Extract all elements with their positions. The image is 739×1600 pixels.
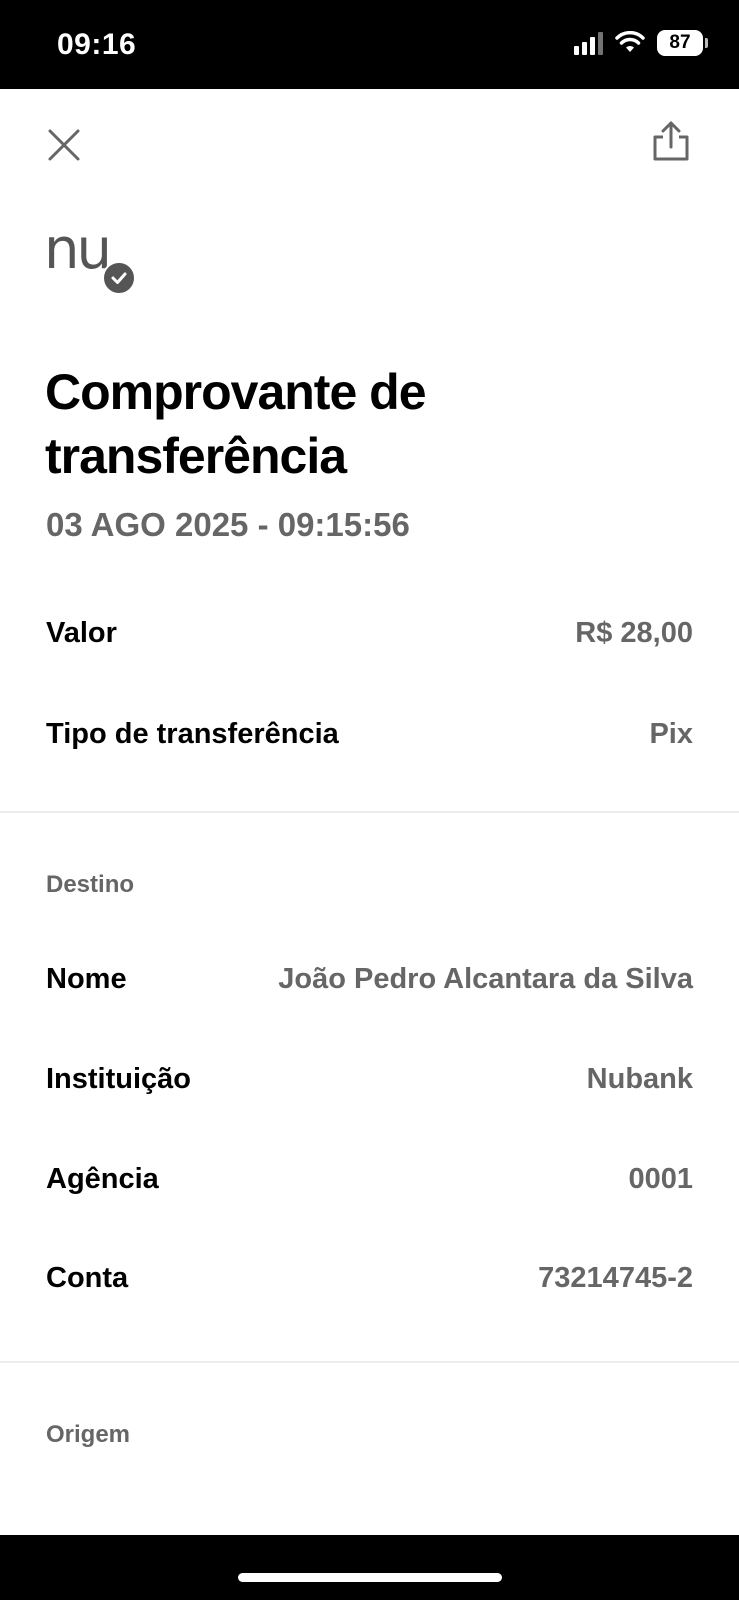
share-button[interactable] xyxy=(650,119,692,163)
row-tipo-transferencia: Tipo de transferência Pix xyxy=(46,714,693,754)
row-value: Pix xyxy=(649,717,693,750)
row-label: Conta xyxy=(46,1261,129,1294)
share-icon xyxy=(653,121,689,161)
wifi-icon xyxy=(615,31,645,52)
row-value: R$ 28,00 xyxy=(575,616,693,649)
row-agencia: Agência 0001 xyxy=(46,1159,693,1199)
row-label: Nome xyxy=(46,962,127,995)
page-title: Comprovante de transferência xyxy=(45,364,427,484)
row-label: Valor xyxy=(46,616,117,649)
home-indicator[interactable] xyxy=(238,1573,502,1582)
row-value: João Pedro Alcantara da Silva xyxy=(278,962,693,995)
nubank-logo: nu xyxy=(44,217,140,297)
row-instituicao: Instituição Nubank xyxy=(46,1059,693,1099)
cellular-signal-icon xyxy=(574,31,603,55)
row-conta: Conta 73214745-2 xyxy=(46,1258,693,1298)
logo-text: nu xyxy=(44,217,112,282)
row-nome: Nome João Pedro Alcantara da Silva xyxy=(46,959,693,999)
receipt-screen: nu Comprovante de transferência 03 AGO 2… xyxy=(0,89,739,1535)
close-button[interactable] xyxy=(44,125,84,165)
status-time: 09:16 xyxy=(57,28,137,61)
row-label: Agência xyxy=(46,1162,159,1195)
section-divider xyxy=(0,811,739,813)
home-indicator-area xyxy=(0,1535,739,1600)
section-title-destino: Destino xyxy=(46,871,135,898)
row-value: 73214745-2 xyxy=(538,1261,693,1294)
close-icon xyxy=(48,129,80,161)
check-icon xyxy=(102,261,136,295)
row-valor: Valor R$ 28,00 xyxy=(46,613,693,653)
section-divider xyxy=(0,1361,739,1363)
transfer-datetime: 03 AGO 2025 - 09:15:56 xyxy=(46,506,410,543)
row-value: 0001 xyxy=(628,1162,693,1195)
battery-indicator: 87 xyxy=(657,30,708,56)
battery-level: 87 xyxy=(669,32,691,53)
status-icons: 87 xyxy=(574,30,708,56)
status-bar: 09:16 87 xyxy=(0,0,739,89)
row-label: Tipo de transferência xyxy=(46,717,339,750)
section-title-origem: Origem xyxy=(46,1421,131,1448)
row-value: Nubank xyxy=(586,1062,693,1095)
row-label: Instituição xyxy=(46,1062,192,1095)
